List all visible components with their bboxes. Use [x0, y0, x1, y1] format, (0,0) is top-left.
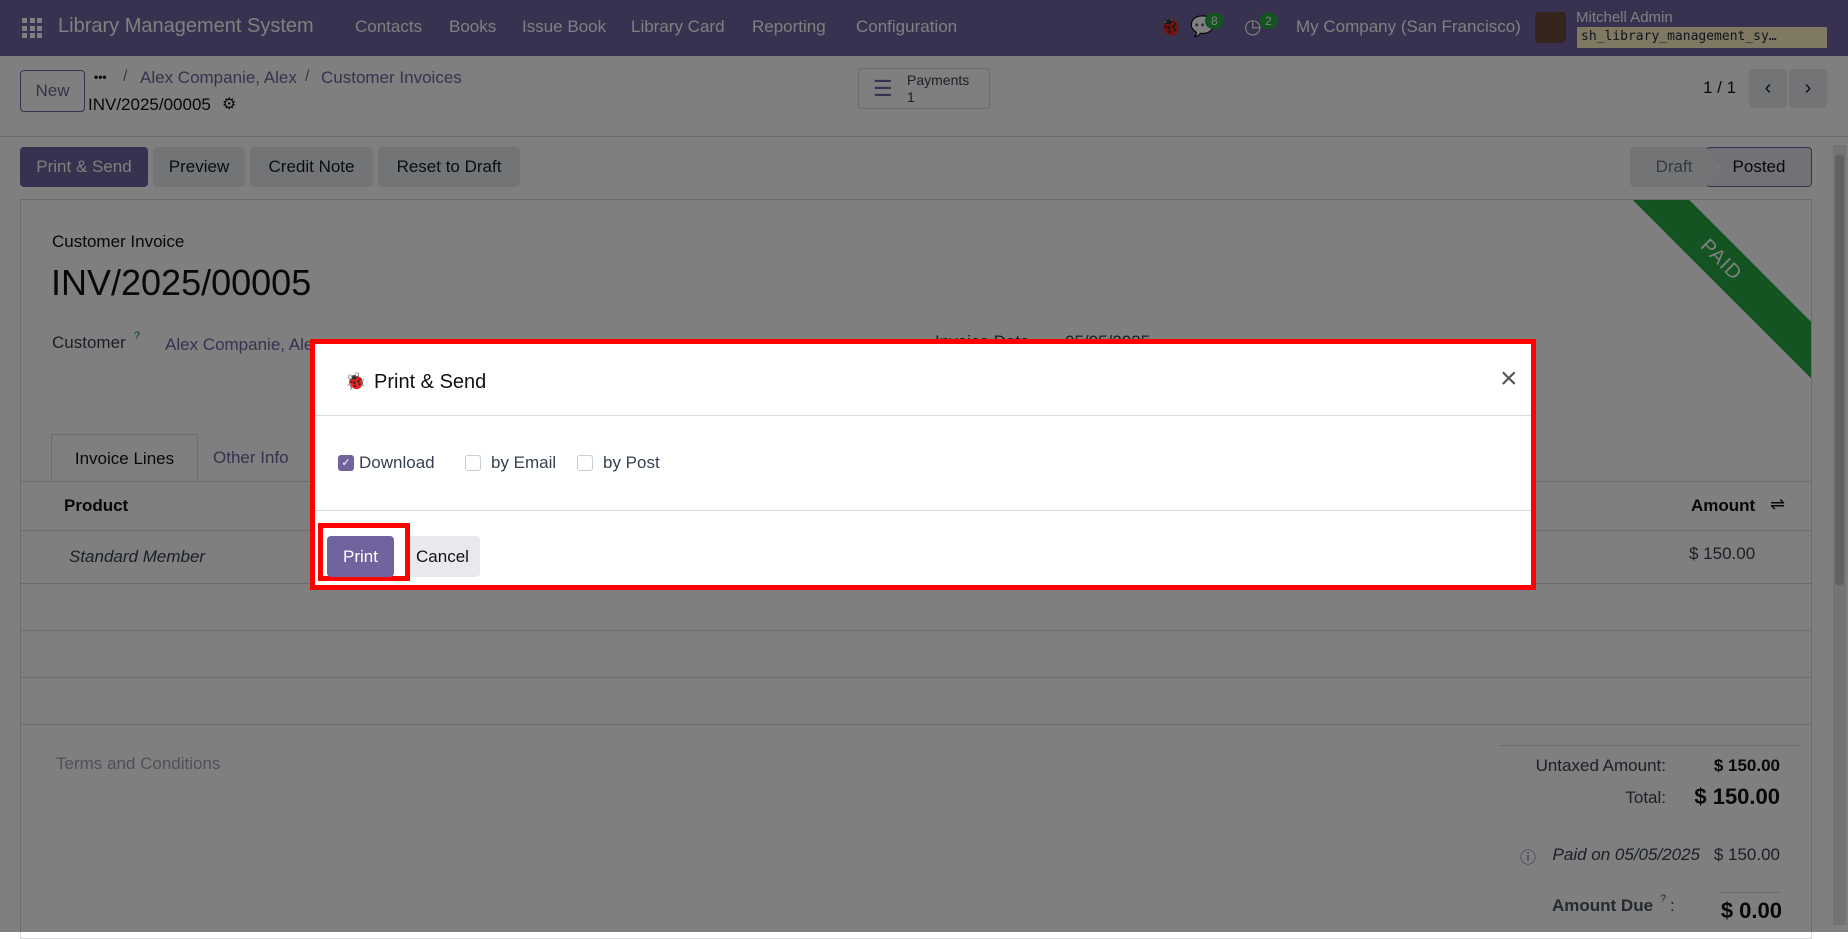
- close-icon[interactable]: ×: [1500, 362, 1518, 396]
- by-post-checkbox[interactable]: [577, 455, 593, 471]
- download-label[interactable]: Download: [359, 453, 435, 473]
- bug-icon: 🐞: [345, 372, 367, 391]
- cancel-button[interactable]: Cancel: [405, 536, 480, 577]
- download-checkbox[interactable]: ✓: [338, 455, 354, 471]
- by-email-checkbox[interactable]: [465, 455, 481, 471]
- by-post-label[interactable]: by Post: [603, 453, 660, 473]
- print-send-dialog: 🐞 Print & Send × ✓ Download by Email by …: [310, 339, 1536, 590]
- by-email-label[interactable]: by Email: [491, 453, 556, 473]
- print-button[interactable]: Print: [327, 536, 394, 577]
- dialog-title: Print & Send: [374, 371, 487, 393]
